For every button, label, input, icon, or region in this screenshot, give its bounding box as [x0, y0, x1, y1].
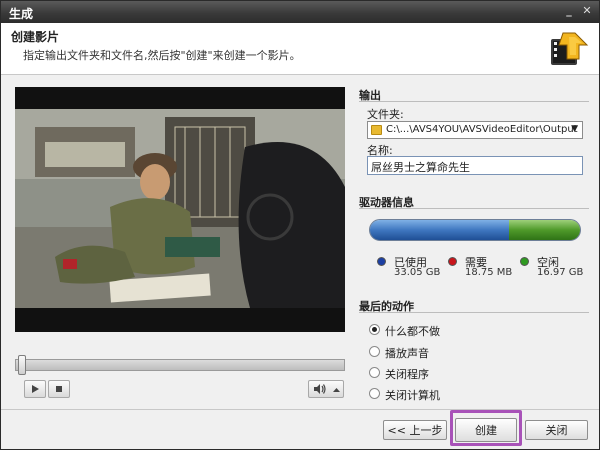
window-title: 生成 [9, 7, 34, 21]
used-legend-dot [377, 257, 386, 266]
free-legend-dot [520, 257, 529, 266]
option-label: 关闭程序 [385, 368, 429, 381]
folder-label: 文件夹: [367, 108, 404, 121]
folder-select[interactable]: C:\...\AVS4YOU\AVSVideoEditor\Output ▼ [367, 121, 583, 139]
used-legend-value: 33.05 GB [394, 267, 441, 278]
section-divider [359, 208, 589, 209]
required-legend-value: 18.75 MB [465, 267, 513, 278]
section-divider [359, 101, 589, 102]
minimize-button[interactable]: _ [561, 4, 577, 19]
section-divider [359, 312, 589, 313]
folder-icon [371, 125, 382, 135]
stop-icon [56, 386, 62, 392]
option-label: 什么都不做 [385, 325, 440, 338]
page-title: 创建影片 [11, 30, 60, 44]
option-label: 播放声音 [385, 347, 429, 360]
radio-button[interactable] [369, 388, 380, 399]
title-bar: 生成 _ ✕ [1, 1, 599, 23]
seek-thumb[interactable] [18, 355, 26, 375]
create-movie-dialog: 生成 _ ✕ 创建影片 指定输出文件夹和文件名,然后按"创建"来创建一个影片。 [0, 0, 600, 450]
create-button[interactable]: 创建 [455, 418, 517, 442]
folder-path: C:\...\AVS4YOU\AVSVideoEditor\Output [386, 124, 578, 135]
radio-button[interactable] [369, 324, 380, 335]
disk-used-fill [370, 220, 509, 240]
radio-button[interactable] [369, 367, 380, 378]
free-legend-value: 16.97 GB [537, 267, 584, 278]
video-preview [15, 87, 345, 332]
radio-button[interactable] [369, 346, 380, 357]
disk-usage-bar [369, 219, 581, 241]
chevron-down-icon[interactable]: ▼ [571, 124, 578, 134]
close-button[interactable]: 关闭 [525, 420, 588, 440]
play-button[interactable] [24, 380, 46, 398]
file-name-input[interactable]: 屌丝男士之算命先生 [367, 156, 583, 175]
play-icon [32, 385, 39, 393]
disk-free-fill [508, 220, 580, 240]
close-window-button[interactable]: ✕ [579, 4, 595, 19]
volume-button[interactable] [308, 380, 344, 398]
film-wizard-icon [551, 32, 589, 65]
option-label: 关闭计算机 [385, 389, 440, 402]
back-button[interactable]: << 上一步 [383, 420, 447, 440]
page-subtitle: 指定输出文件夹和文件名,然后按"创建"来创建一个影片。 [23, 49, 301, 62]
seek-bar[interactable] [15, 355, 345, 375]
chevron-up-icon[interactable] [333, 387, 340, 393]
volume-icon [314, 384, 326, 394]
stop-button[interactable] [48, 380, 70, 398]
video-frame-image [15, 87, 345, 332]
required-legend-dot [448, 257, 457, 266]
wizard-header: 创建影片 指定输出文件夹和文件名,然后按"创建"来创建一个影片。 [1, 23, 599, 75]
